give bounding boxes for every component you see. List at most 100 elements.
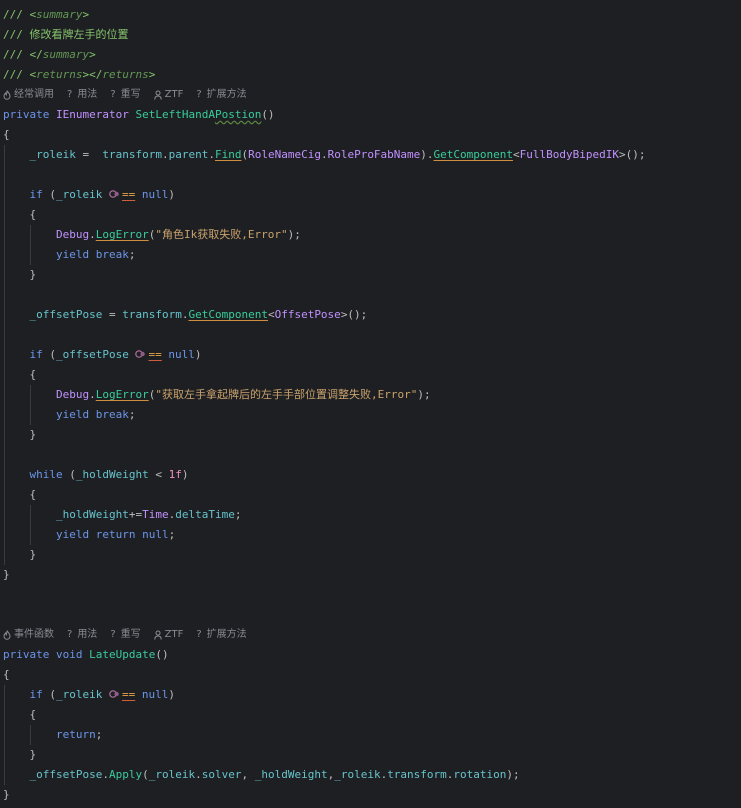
code-token[interactable]: (	[43, 688, 56, 701]
code-token[interactable]: }	[3, 428, 36, 441]
code-line[interactable]: _holdWeight+=Time.deltaTime;	[0, 505, 741, 525]
code-token[interactable]: SetLeftHandA	[135, 108, 214, 121]
code-vision-hint[interactable]: ? 重写	[110, 625, 140, 645]
code-line[interactable]: _roleik = transform.parent.Find(RoleName…	[0, 145, 741, 165]
code-token[interactable]: ).	[420, 148, 433, 161]
code-token[interactable]	[102, 188, 109, 201]
code-token[interactable]: );	[506, 768, 519, 781]
code-token[interactable]	[3, 468, 30, 481]
code-token[interactable]: "角色Ik获取失败,Error"	[155, 228, 287, 241]
code-token[interactable]: transform	[122, 308, 182, 321]
code-token[interactable]: void	[56, 648, 83, 661]
code-token[interactable]: <	[268, 308, 275, 321]
code-token[interactable]: /// 修改看牌左手的位置	[3, 28, 129, 41]
code-token[interactable]: rotation	[453, 768, 506, 781]
code-token[interactable]: null	[142, 688, 169, 701]
code-token[interactable]: ;	[169, 528, 176, 541]
code-token[interactable]: .	[208, 148, 215, 161]
code-token[interactable]	[89, 528, 96, 541]
code-token[interactable]: private	[3, 108, 49, 121]
code-token[interactable]: _holdWeight	[255, 768, 328, 781]
code-vision-hint[interactable]: 经常调用	[3, 85, 54, 105]
code-token[interactable]: >	[89, 48, 96, 61]
code-token[interactable]: null	[142, 188, 169, 201]
code-token[interactable]: Postion	[215, 108, 261, 121]
code-token[interactable]: ;	[235, 508, 242, 521]
code-line[interactable]: if (_offsetPose == null)	[0, 345, 741, 365]
code-line[interactable]	[0, 285, 741, 305]
code-token[interactable]: deltaTime	[175, 508, 235, 521]
code-token[interactable]: Debug	[56, 388, 89, 401]
code-token[interactable]: return	[56, 728, 96, 741]
code-token[interactable]	[49, 108, 56, 121]
code-token[interactable]	[3, 728, 56, 741]
code-token[interactable]: _roleik	[334, 768, 380, 781]
code-token[interactable]: {	[3, 128, 10, 141]
code-line[interactable]: Debug.LogError("获取左手拿起牌后的左手手部位置调整失败,Erro…	[0, 385, 741, 405]
code-vision-hint[interactable]: ? 扩展方法	[196, 625, 246, 645]
code-token[interactable]: .	[162, 148, 169, 161]
code-token[interactable]: /// <	[3, 68, 36, 81]
code-token[interactable]: )	[168, 688, 175, 701]
code-token[interactable]: .	[102, 768, 109, 781]
code-token[interactable]: ></	[82, 68, 102, 81]
code-line[interactable]: }	[0, 545, 741, 565]
code-token[interactable]: yield	[56, 408, 89, 421]
code-token[interactable]: private	[3, 648, 49, 661]
code-token[interactable]: null	[168, 348, 195, 361]
code-token[interactable]: LateUpdate	[89, 648, 155, 661]
code-token[interactable]: returns	[36, 68, 82, 81]
code-token[interactable]: summary	[36, 8, 82, 21]
code-token[interactable]: )	[195, 348, 202, 361]
code-token[interactable]: }	[3, 548, 36, 561]
code-token[interactable]: return	[96, 528, 136, 541]
code-line[interactable]: _offsetPose = transform.GetComponent<Off…	[0, 305, 741, 325]
code-line[interactable]: yield break;	[0, 405, 741, 425]
code-line[interactable]: {	[0, 125, 741, 145]
code-token[interactable]: ==	[122, 188, 135, 201]
code-token[interactable]: ;	[129, 408, 136, 421]
code-token[interactable]	[102, 688, 109, 701]
code-line[interactable]: }	[0, 425, 741, 445]
code-token[interactable]: {	[3, 208, 36, 221]
code-token[interactable]: 1f	[169, 468, 182, 481]
code-token[interactable]: FullBodyBipedIK	[520, 148, 619, 161]
code-token[interactable]: ()	[155, 648, 168, 661]
code-token[interactable]	[3, 528, 56, 541]
code-token[interactable]: <	[513, 148, 520, 161]
code-lines[interactable]: /// <summary>/// 修改看牌左手的位置/// </summary>…	[0, 5, 741, 805]
code-line[interactable]: private IEnumerator SetLeftHandAPostion(…	[0, 105, 741, 125]
code-token[interactable]: .	[321, 148, 328, 161]
code-line[interactable]: }	[0, 265, 741, 285]
code-token[interactable]: {	[3, 708, 36, 721]
code-line[interactable]: }	[0, 745, 741, 765]
code-token[interactable]: RoleProFabName	[328, 148, 421, 161]
code-token[interactable]	[3, 688, 30, 701]
code-line[interactable]: {	[0, 705, 741, 725]
code-token[interactable]	[135, 688, 142, 701]
code-token[interactable]: _roleik	[56, 188, 102, 201]
code-token[interactable]: while	[30, 468, 63, 481]
code-token[interactable]: OffsetPose	[275, 308, 341, 321]
code-line[interactable]: yield break;	[0, 245, 741, 265]
code-token[interactable]: (	[43, 188, 56, 201]
code-token[interactable]: (	[43, 348, 56, 361]
code-token[interactable]: break	[96, 248, 129, 261]
code-token[interactable]: _offsetPose	[30, 308, 103, 321]
code-token[interactable]: _holdWeight	[76, 468, 149, 481]
code-token[interactable]: }	[3, 748, 36, 761]
code-token[interactable]	[89, 248, 96, 261]
code-vision-hint[interactable]: ZTF	[153, 85, 183, 105]
code-vision-hint[interactable]: ? 用法	[67, 625, 97, 645]
code-token[interactable]: {	[3, 668, 10, 681]
code-token[interactable]	[3, 188, 30, 201]
code-token[interactable]: (	[63, 468, 76, 481]
code-token[interactable]: <	[149, 468, 169, 481]
code-token[interactable]: if	[30, 688, 43, 701]
code-token[interactable]: }	[3, 568, 10, 581]
code-token[interactable]: }	[3, 788, 10, 801]
code-token[interactable]	[49, 648, 56, 661]
code-token[interactable]: ==	[148, 348, 161, 361]
code-token[interactable]	[3, 508, 56, 521]
code-vision-hint[interactable]: ? 用法	[67, 85, 97, 105]
